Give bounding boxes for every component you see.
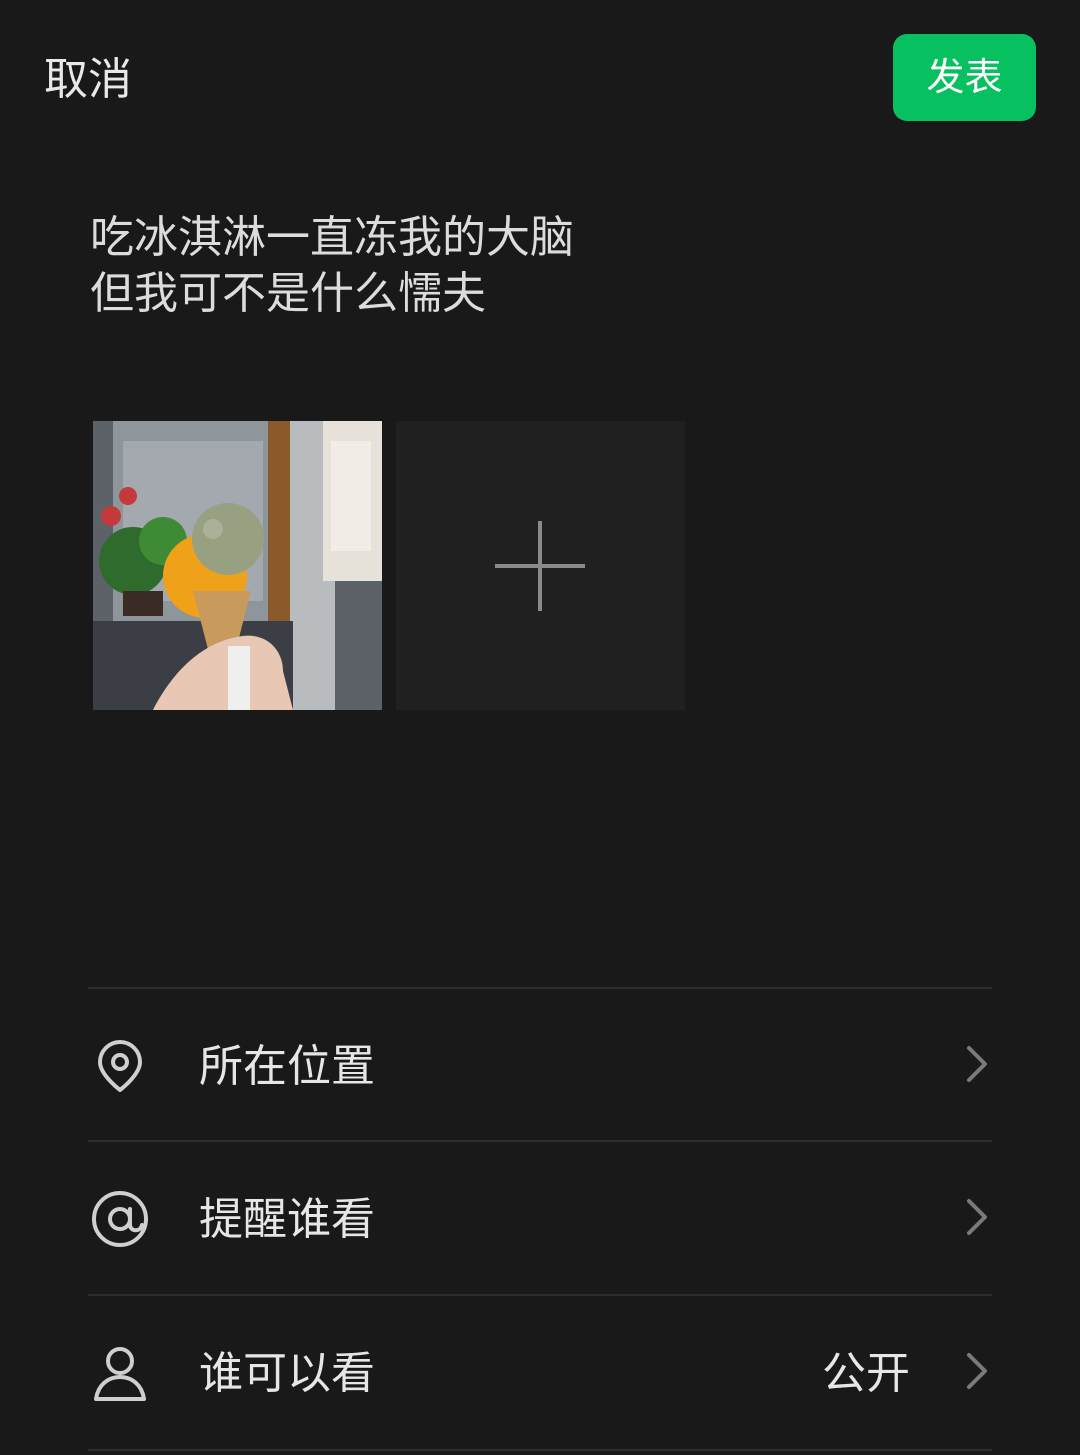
ice-cream-photo-icon xyxy=(93,421,382,710)
remind-label: 提醒谁看 xyxy=(199,1194,375,1245)
post-text-line-1: 吃冰淇淋一直冻我的大脑 xyxy=(90,212,574,263)
photo-thumbnail[interactable] xyxy=(93,421,382,710)
visibility-label: 谁可以看 xyxy=(199,1348,375,1399)
cancel-button[interactable]: 取消 xyxy=(44,52,132,108)
location-row[interactable]: 所在位置 xyxy=(88,989,992,1139)
chevron-right-icon xyxy=(967,1199,987,1235)
post-text-line-2: 但我可不是什么懦夫 xyxy=(90,268,486,319)
post-text[interactable]: 吃冰淇淋一直冻我的大脑 但我可不是什么懦夫 xyxy=(90,210,990,322)
location-label: 所在位置 xyxy=(199,1041,375,1092)
chevron-right-icon xyxy=(967,1046,987,1082)
at-sign-icon xyxy=(92,1191,148,1247)
person-icon xyxy=(94,1347,146,1401)
publish-button[interactable]: 发表 xyxy=(893,34,1036,121)
chevron-right-icon xyxy=(967,1353,987,1389)
remind-row[interactable]: 提醒谁看 xyxy=(88,1142,992,1292)
divider xyxy=(88,1449,992,1451)
add-photo-button[interactable] xyxy=(396,421,685,710)
location-pin-icon xyxy=(98,1040,142,1092)
visibility-row[interactable]: 谁可以看 公开 xyxy=(88,1296,992,1446)
visibility-value: 公开 xyxy=(822,1348,910,1399)
